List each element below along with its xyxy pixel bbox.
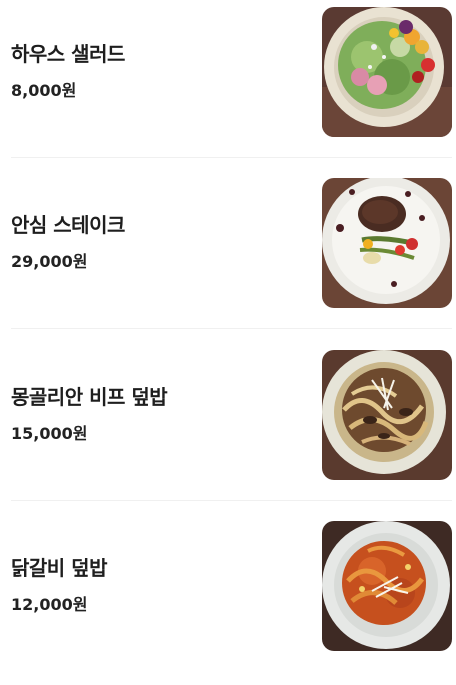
menu-item-house-salad[interactable]: 하우스 샐러드 8,000원 <box>0 0 456 171</box>
menu-item-price: 15,000원 <box>11 424 88 443</box>
menu-item-price: 8,000원 <box>11 81 77 100</box>
menu-item-price: 12,000원 <box>11 595 88 614</box>
mongolian-beef-rice-bowl-photo[interactable] <box>322 350 452 480</box>
divider <box>11 157 452 158</box>
menu-list: 하우스 샐러드 8,000원 안심 스테이크 29,000원 몽골리안 비프 덮… <box>0 0 456 652</box>
menu-item-tenderloin-steak[interactable]: 안심 스테이크 29,000원 <box>0 171 456 342</box>
menu-item-name: 몽골리안 비프 덮밥 <box>11 385 168 409</box>
menu-item-dakgalbi-rice-bowl[interactable]: 닭갈비 덮밥 12,000원 <box>0 514 456 685</box>
menu-item-mongolian-beef-rice-bowl[interactable]: 몽골리안 비프 덮밥 15,000원 <box>0 343 456 514</box>
menu-item-price: 29,000원 <box>11 252 88 271</box>
menu-item-name: 하우스 샐러드 <box>11 42 125 66</box>
house-salad-photo[interactable] <box>322 7 452 137</box>
dakgalbi-rice-bowl-photo[interactable] <box>322 521 452 651</box>
divider <box>11 500 452 501</box>
menu-item-name: 안심 스테이크 <box>11 213 125 237</box>
menu-item-name: 닭갈비 덮밥 <box>11 556 107 580</box>
tenderloin-steak-photo[interactable] <box>322 178 452 308</box>
divider <box>11 328 452 329</box>
